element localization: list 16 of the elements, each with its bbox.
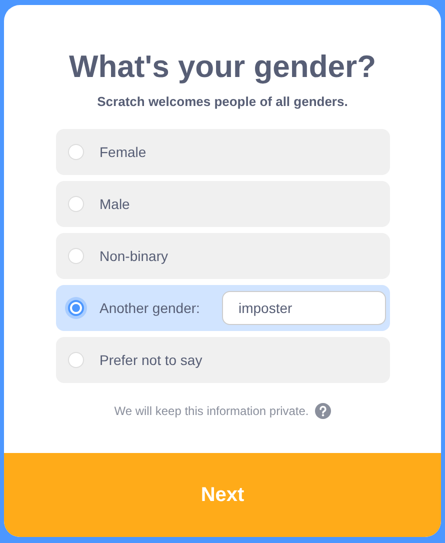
gender-option[interactable]: Male xyxy=(56,181,390,227)
privacy-note: We will keep this information private. xyxy=(114,404,309,418)
dialog-subtitle: Scratch welcomes people of all genders. xyxy=(97,94,348,109)
gender-option[interactable]: Non-binary xyxy=(56,233,390,279)
gender-option[interactable]: Another gender: imposter xyxy=(56,285,390,331)
radio-button[interactable] xyxy=(68,300,84,316)
gender-option[interactable]: Female xyxy=(56,129,390,175)
option-label: Prefer not to say xyxy=(100,352,202,368)
gender-input-field[interactable]: imposter xyxy=(222,291,386,325)
gender-option[interactable]: Prefer not to say xyxy=(56,337,390,383)
option-label: Another gender: xyxy=(100,300,200,316)
help-icon[interactable] xyxy=(314,403,331,419)
dialog-title: What's your gender? xyxy=(68,48,376,86)
option-label: Female xyxy=(100,144,146,160)
option-label: Non-binary xyxy=(100,248,168,264)
option-label: Male xyxy=(100,196,130,212)
